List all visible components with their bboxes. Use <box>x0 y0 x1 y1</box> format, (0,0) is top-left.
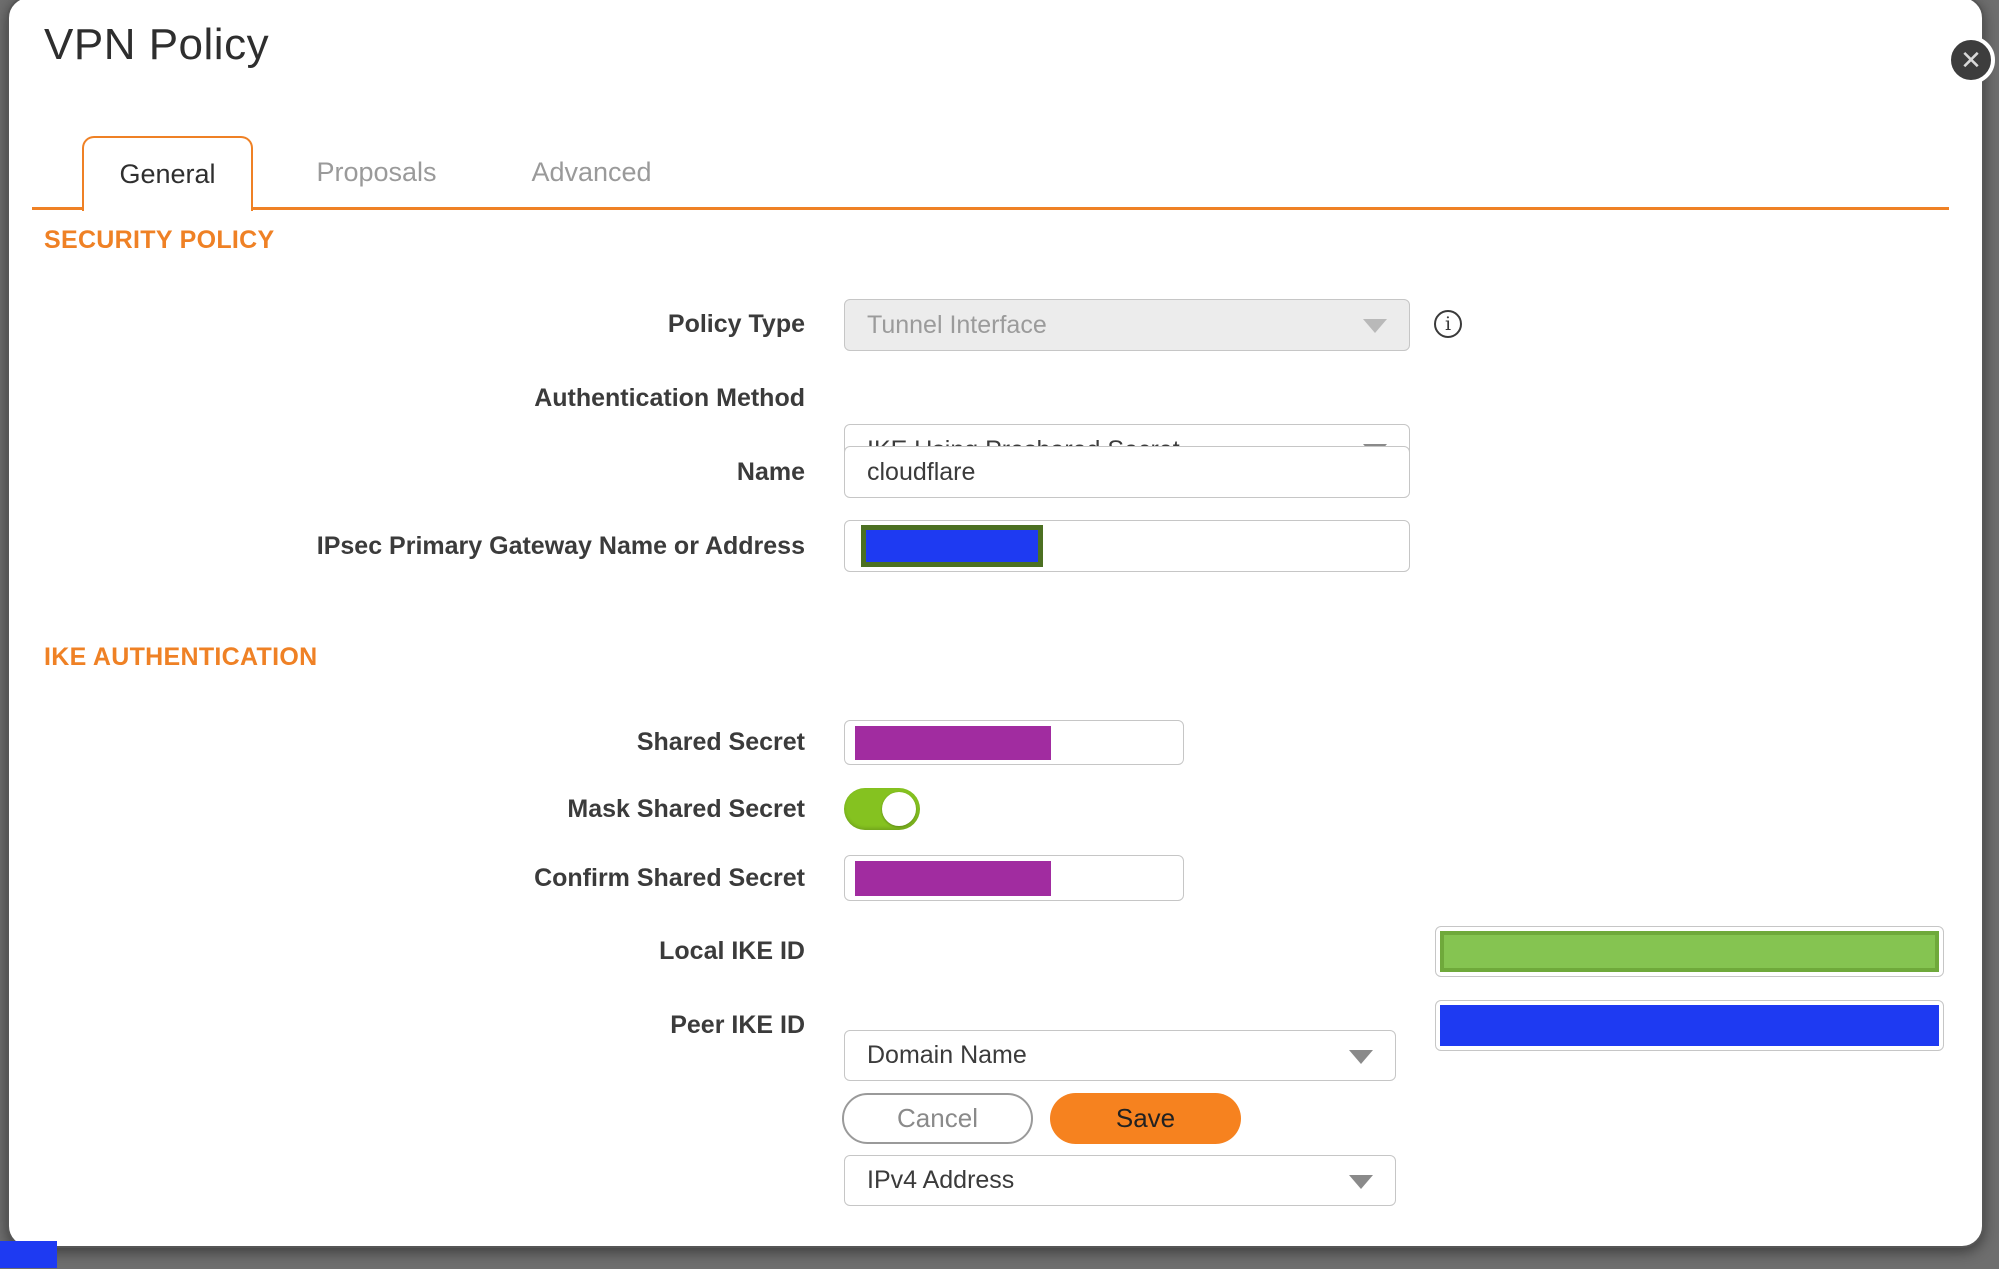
tab-general[interactable]: General <box>82 136 253 211</box>
local-ike-id-value-input[interactable] <box>1435 926 1944 977</box>
save-button[interactable]: Save <box>1050 1093 1241 1144</box>
tab-proposals-label: Proposals <box>316 156 437 187</box>
vpn-policy-dialog: VPN Policy General Proposals Advanced SE… <box>7 0 1984 1248</box>
close-icon: ✕ <box>1960 44 1982 75</box>
shared-secret-input[interactable] <box>844 720 1184 765</box>
confirm-shared-secret-label: Confirm Shared Secret <box>534 864 805 892</box>
dropdown-arrow-icon <box>1363 319 1387 333</box>
peer-ike-id-select[interactable]: IPv4 Address <box>844 1155 1396 1206</box>
peer-ike-id-value: IPv4 Address <box>867 1166 1015 1194</box>
local-ike-id-select[interactable]: Domain Name <box>844 1030 1396 1081</box>
cancel-button-label: Cancel <box>897 1103 978 1133</box>
page-background: VPN Policy General Proposals Advanced SE… <box>0 0 1999 1269</box>
policy-type-value: Tunnel Interface <box>867 310 1047 339</box>
authentication-method-label: Authentication Method <box>534 384 805 412</box>
ipsec-gateway-label: IPsec Primary Gateway Name or Address <box>316 532 805 560</box>
peer-ike-id-value-input[interactable] <box>1435 1000 1944 1051</box>
name-label: Name <box>736 458 805 486</box>
ipsec-gateway-redaction <box>861 525 1043 567</box>
ike-authentication-heading: IKE AUTHENTICATION <box>44 643 318 671</box>
shared-secret-label: Shared Secret <box>636 728 805 756</box>
dropdown-arrow-icon <box>1349 1049 1373 1064</box>
peer-ike-id-label: Peer IKE ID <box>670 1011 805 1039</box>
dialog-title: VPN Policy <box>44 20 270 69</box>
confirm-shared-secret-input[interactable] <box>844 855 1184 901</box>
confirm-shared-secret-redaction <box>855 861 1051 896</box>
local-ike-id-label: Local IKE ID <box>659 937 805 965</box>
peer-ike-id-redaction <box>1440 1005 1939 1046</box>
toggle-knob <box>882 792 916 826</box>
ipsec-gateway-input[interactable] <box>844 520 1410 572</box>
info-icon[interactable]: i <box>1434 310 1462 338</box>
save-button-label: Save <box>1115 1103 1176 1133</box>
cancel-button[interactable]: Cancel <box>842 1093 1033 1144</box>
local-ike-id-redaction <box>1440 931 1939 972</box>
tab-general-label: General <box>119 159 216 189</box>
mask-shared-secret-toggle[interactable] <box>844 788 920 830</box>
local-ike-id-value: Domain Name <box>867 1041 1027 1069</box>
shared-secret-redaction <box>855 726 1051 760</box>
policy-type-label: Policy Type <box>667 310 805 338</box>
tab-advanced-label: Advanced <box>531 156 652 187</box>
tab-advanced[interactable]: Advanced <box>509 136 674 208</box>
close-button[interactable]: ✕ <box>1947 36 1995 84</box>
security-policy-heading: SECURITY POLICY <box>44 226 275 254</box>
background-redaction-block <box>0 1241 57 1268</box>
policy-type-select: Tunnel Interface <box>844 299 1410 351</box>
name-input[interactable] <box>844 446 1410 498</box>
tab-proposals[interactable]: Proposals <box>294 136 459 208</box>
mask-shared-secret-label: Mask Shared Secret <box>567 795 805 823</box>
dropdown-arrow-icon <box>1349 1174 1373 1189</box>
